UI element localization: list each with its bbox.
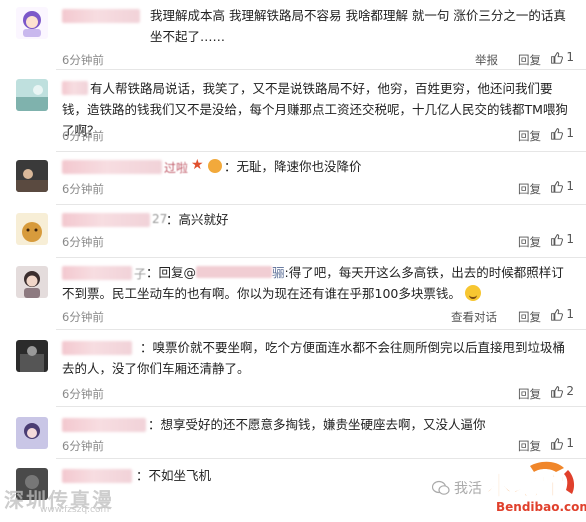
like-button[interactable]: 1	[550, 307, 574, 321]
avatar[interactable]	[16, 7, 48, 39]
avatar[interactable]	[16, 266, 48, 298]
like-button[interactable]: 1	[550, 179, 574, 193]
comment-text: ：回复@ 骊:得了吧，每天开这么多高铁，出去的时候都照样订不到票。民工坐动车的也有…	[62, 262, 572, 304]
comment-item: 子 ：回复@ 骊:得了吧，每天开这么多高铁，出去的时候都照样订不到票。民工坐动车的…	[0, 258, 586, 330]
comment-item: 有人帮铁路局说话，我笑了，又不是说铁路局不好，他穷，百姓更穷，他还问我们要钱，造…	[0, 70, 586, 152]
like-count: 1	[566, 179, 574, 193]
commenter-name[interactable]	[62, 160, 162, 174]
avatar[interactable]	[16, 160, 48, 192]
comment-text: ：高兴就好	[166, 212, 229, 227]
avatar[interactable]	[16, 79, 48, 111]
commenter-name-tail: 过啦	[164, 161, 189, 175]
logo-url: Bendibao.com	[496, 500, 586, 514]
avatar[interactable]	[16, 213, 48, 245]
like-button[interactable]: 1	[550, 232, 574, 246]
reply-link[interactable]: 回复	[518, 234, 541, 250]
bendibao-logo: 本地宝 Bendibao.com	[468, 460, 586, 518]
vip-badge-icon	[208, 159, 222, 173]
logo-text: 本地宝	[485, 472, 568, 503]
reply-target-name[interactable]	[196, 266, 273, 278]
reply-link[interactable]: 回复	[518, 309, 541, 325]
like-count: 2	[566, 384, 574, 398]
thumbs-up-icon	[551, 51, 564, 64]
comment-text: ：想享受好的还不愿意多掏钱，嫌贵坐硬座去啊，又没人逼你	[148, 417, 486, 432]
view-conversation-link[interactable]: 查看对话	[451, 309, 497, 325]
reply-target-tail[interactable]: 骊	[272, 265, 285, 280]
thumbs-up-icon	[551, 180, 564, 193]
thumbs-up-icon	[551, 437, 564, 450]
like-count: 1	[566, 126, 574, 140]
like-button[interactable]: 1	[550, 126, 574, 140]
like-button[interactable]: 1	[550, 436, 574, 450]
comment-item: 我理解成本高 我理解铁路局不容易 我啥都理解 就一句 涨价三分之一的话真坐不起了…	[0, 0, 586, 70]
comment-text: 我理解成本高 我理解铁路局不容易 我啥都理解 就一句 涨价三分之一的话真坐不起了…	[150, 8, 566, 44]
like-button[interactable]: 2	[550, 384, 574, 398]
comment-text: ：无耻，降速你也没降价	[224, 159, 362, 174]
comment-time: 6分钟前	[62, 387, 104, 401]
comment-item: 过啦 ★ ：无耻，降速你也没降价 6分钟前 回复 1	[0, 152, 586, 205]
thumbs-up-icon	[551, 385, 564, 398]
comment-text-body: :得了吧，每天开这么多高铁，出去的时候都照样订不到票。民工坐动车的也有啊。你以为…	[62, 265, 564, 301]
laughing-emoji-icon	[464, 285, 481, 301]
like-count: 1	[566, 307, 574, 321]
commenter-name[interactable]	[62, 213, 150, 227]
like-count: 1	[566, 50, 574, 64]
reply-prefix: ：回复@	[146, 265, 197, 280]
avatar[interactable]	[16, 417, 48, 449]
reply-link[interactable]: 回复	[518, 386, 541, 402]
commenter-name[interactable]	[62, 418, 146, 432]
comment-item: 27 ：高兴就好 6分钟前 回复 1	[0, 205, 586, 258]
comment-time: 6分钟前	[62, 439, 104, 453]
avatar[interactable]	[16, 340, 48, 372]
comment-time: 6分钟前	[62, 129, 104, 143]
comment-time: 6分钟前	[62, 182, 104, 196]
thumbs-up-icon	[551, 233, 564, 246]
reply-link[interactable]: 回复	[518, 181, 541, 197]
watermark-url: www.fzszq.com	[40, 505, 110, 515]
reply-link[interactable]: 回复	[518, 52, 541, 68]
comment-time: 6分钟前	[62, 310, 104, 324]
comment-text: ：嗅票价就不要坐啊，吃个方便面连水都不会往厕所倒完以后直接甩到垃圾桶去的人，没了…	[62, 340, 566, 376]
comment-text: 有人帮铁路局说话，我笑了，又不是说铁路局不好，他穷，百姓更穷，他还问我们要钱，造…	[62, 81, 568, 138]
comment-time: 6分钟前	[62, 53, 104, 67]
reply-link[interactable]: 回复	[518, 438, 541, 454]
thumbs-up-icon	[551, 127, 564, 140]
like-button[interactable]: 1	[550, 50, 574, 64]
commenter-name-tail: 27	[152, 212, 168, 226]
like-count: 1	[566, 232, 574, 246]
star-badge-icon: ★	[191, 157, 204, 173]
like-count: 1	[566, 436, 574, 450]
comment-item: ：嗅票价就不要坐啊，吃个方便面连水都不会往厕所倒完以后直接甩到垃圾桶去的人，没了…	[0, 330, 586, 407]
comment-item: ：想享受好的还不愿意多掏钱，嫌贵坐硬座去啊，又没人逼你 6分钟前 回复 1	[0, 407, 586, 459]
report-link[interactable]: 举报	[475, 52, 498, 68]
commenter-name[interactable]	[62, 9, 140, 23]
thumbs-up-icon	[551, 308, 564, 321]
commenter-name[interactable]	[62, 469, 132, 483]
reply-link[interactable]: 回复	[518, 128, 541, 144]
comment-time: 6分钟前	[62, 235, 104, 249]
wechat-icon	[432, 480, 450, 495]
